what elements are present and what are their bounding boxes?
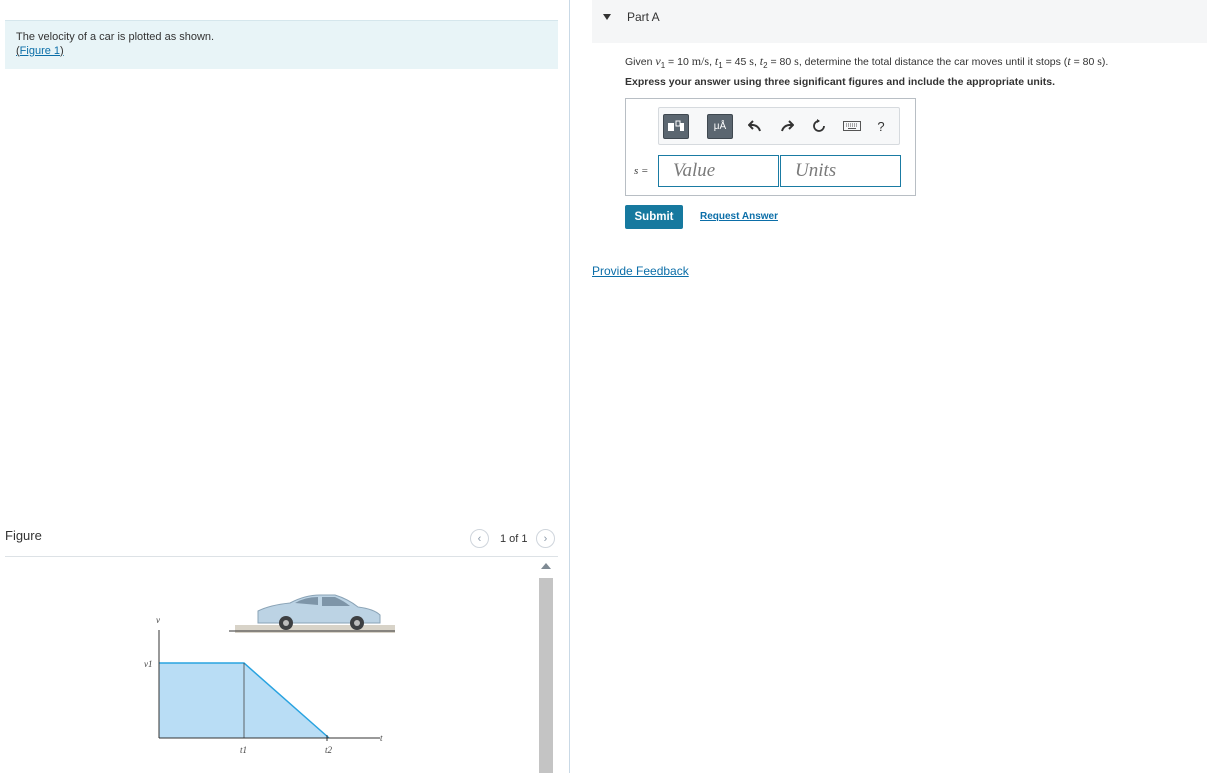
redo-button[interactable] <box>779 118 795 134</box>
velocity-graph: v v1 t1 t2 t <box>144 615 383 755</box>
undo-icon <box>748 120 761 132</box>
figure-counter: 1 of 1 <box>500 533 528 545</box>
t2-label: t2 <box>325 745 333 755</box>
reset-icon <box>813 119 825 132</box>
figure-prev-button[interactable]: ‹ <box>470 529 489 548</box>
part-a-header[interactable]: Part A <box>592 0 1207 43</box>
velocity-time-figure: v v1 t1 t2 t <box>144 594 395 755</box>
keyboard-icon <box>843 121 861 131</box>
figure-link[interactable]: (Figure 1) <box>16 45 64 57</box>
answer-box: μÅ ? s = Value Units <box>625 98 916 196</box>
figure-next-button[interactable]: › <box>536 529 555 548</box>
figure-scrollbar[interactable] <box>537 560 555 773</box>
car-illustration <box>229 594 395 633</box>
v1-label: v1 <box>144 659 153 669</box>
redo-icon <box>781 120 794 132</box>
value-input[interactable]: Value <box>658 155 779 187</box>
templates-icon <box>668 120 684 131</box>
provide-feedback-link[interactable]: Provide Feedback <box>592 264 689 278</box>
intro-text: The velocity of a car is plotted as show… <box>16 31 215 43</box>
request-answer-link[interactable]: Request Answer <box>700 211 778 222</box>
units-button[interactable]: μÅ <box>707 114 733 139</box>
t-axis-label: t <box>380 733 383 743</box>
figure-link-label[interactable]: Figure 1 <box>20 45 60 57</box>
submit-button[interactable]: Submit <box>625 205 683 229</box>
math-toolbar: μÅ ? <box>658 107 900 145</box>
reset-button[interactable] <box>811 118 827 134</box>
keyboard-button[interactable] <box>842 118 862 134</box>
problem-panel: The velocity of a car is plotted as show… <box>0 0 569 773</box>
units-input[interactable]: Units <box>780 155 901 187</box>
chevron-right-icon: › <box>543 532 548 545</box>
scroll-up-icon[interactable] <box>541 563 551 569</box>
part-title: Part A <box>627 10 660 24</box>
figure-title: Figure <box>5 528 42 543</box>
v-axis-label: v <box>156 615 160 625</box>
templates-button[interactable] <box>663 114 689 139</box>
answer-label: s = <box>634 165 649 177</box>
caret-down-icon <box>603 14 611 20</box>
answer-instruction: Express your answer using three signific… <box>625 76 1056 88</box>
intro-box: The velocity of a car is plotted as show… <box>5 20 558 69</box>
t1-label: t1 <box>240 745 247 755</box>
help-button[interactable]: ? <box>873 118 889 134</box>
undo-button[interactable] <box>747 118 763 134</box>
units-button-label: μÅ <box>713 121 727 132</box>
question-text: Given v1 = 10 m/s, t1 = 45 s, t2 = 80 s,… <box>625 54 1109 71</box>
scroll-thumb[interactable] <box>539 578 553 773</box>
panel-divider <box>569 0 570 773</box>
figure-divider <box>5 556 558 557</box>
chevron-left-icon: ‹ <box>477 532 482 545</box>
